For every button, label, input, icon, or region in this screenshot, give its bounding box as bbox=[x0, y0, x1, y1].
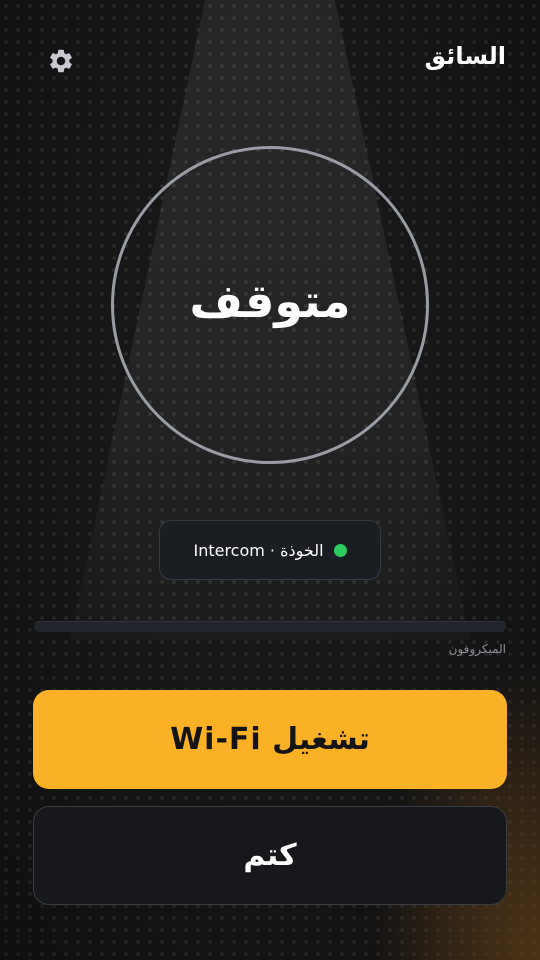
app-screen: السائق متوقف الخوذة · Intercom الميكروفو… bbox=[0, 0, 540, 960]
connection-pill: الخوذة · Intercom bbox=[159, 520, 381, 580]
microphone-label: الميكروفون bbox=[448, 642, 506, 656]
mute-button[interactable]: كتم bbox=[33, 806, 507, 905]
mute-label: كتم bbox=[243, 838, 297, 873]
connection-label: الخوذة · Intercom bbox=[193, 540, 324, 560]
gear-icon bbox=[50, 49, 72, 73]
microphone-level-meter bbox=[34, 621, 506, 632]
page-title: السائق bbox=[424, 42, 506, 70]
start-wifi-label: تشغيل Wi-Fi bbox=[170, 722, 370, 757]
status-label: متوقف bbox=[189, 274, 351, 328]
start-wifi-button[interactable]: تشغيل Wi-Fi bbox=[33, 690, 507, 789]
status-ring: متوقف bbox=[111, 146, 429, 464]
connection-status-dot bbox=[333, 543, 347, 557]
settings-button[interactable] bbox=[44, 44, 78, 78]
top-bar: السائق bbox=[0, 0, 540, 120]
